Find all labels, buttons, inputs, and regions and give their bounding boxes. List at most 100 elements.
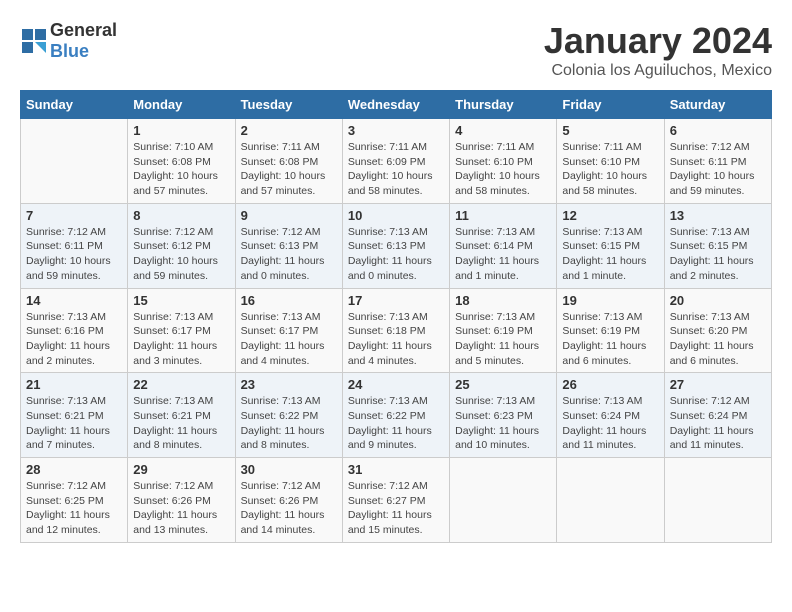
day-number: 17: [348, 293, 444, 308]
day-detail: Sunrise: 7:12 AM Sunset: 6:26 PM Dayligh…: [133, 479, 229, 538]
calendar-day-cell: 17 Sunrise: 7:13 AM Sunset: 6:18 PM Dayli…: [342, 288, 449, 373]
day-number: 8: [133, 208, 229, 223]
calendar-week-row: 21 Sunrise: 7:13 AM Sunset: 6:21 PM Dayli…: [21, 373, 772, 458]
calendar-day-cell: 13 Sunrise: 7:13 AM Sunset: 6:15 PM Dayli…: [664, 203, 771, 288]
day-number: 23: [241, 377, 337, 392]
calendar-day-cell: 8 Sunrise: 7:12 AM Sunset: 6:12 PM Daylig…: [128, 203, 235, 288]
day-number: 13: [670, 208, 766, 223]
day-detail: Sunrise: 7:11 AM Sunset: 6:10 PM Dayligh…: [455, 140, 551, 199]
calendar-day-cell: 26Sunrise: 7:13 AM Sunset: 6:24 PM Dayli…: [557, 373, 664, 458]
calendar-day-cell: 18 Sunrise: 7:13 AM Sunset: 6:19 PM Dayli…: [450, 288, 557, 373]
day-number: 31: [348, 462, 444, 477]
logo: General Blue: [20, 20, 117, 62]
calendar-day-cell: [664, 458, 771, 543]
logo-general: General: [50, 20, 117, 40]
day-detail: Sunrise: 7:13 AM Sunset: 6:24 PM Dayligh…: [562, 394, 658, 453]
calendar-day-cell: 27 Sunrise: 7:12 AM Sunset: 6:24 PM Dayli…: [664, 373, 771, 458]
day-of-week-header: Saturday: [664, 91, 771, 119]
title-section: January 2024 Colonia los Aguiluchos, Mex…: [544, 20, 772, 80]
calendar-week-row: 7 Sunrise: 7:12 AM Sunset: 6:11 PM Daylig…: [21, 203, 772, 288]
logo-text: General Blue: [50, 20, 117, 62]
day-number: 9: [241, 208, 337, 223]
day-detail: Sunrise: 7:12 AM Sunset: 6:12 PM Dayligh…: [133, 225, 229, 284]
day-detail: Sunrise: 7:11 AM Sunset: 6:10 PM Dayligh…: [562, 140, 658, 199]
day-detail: Sunrise: 7:12 AM Sunset: 6:13 PM Dayligh…: [241, 225, 337, 284]
day-of-week-header: Monday: [128, 91, 235, 119]
calendar-day-cell: 3 Sunrise: 7:11 AM Sunset: 6:09 PM Daylig…: [342, 119, 449, 204]
day-of-week-header: Thursday: [450, 91, 557, 119]
day-number: 2: [241, 123, 337, 138]
day-number: 19: [562, 293, 658, 308]
calendar-day-cell: 2 Sunrise: 7:11 AM Sunset: 6:08 PM Daylig…: [235, 119, 342, 204]
logo-icon: [20, 27, 48, 55]
calendar-day-cell: 12 Sunrise: 7:13 AM Sunset: 6:15 PM Dayli…: [557, 203, 664, 288]
calendar-day-cell: 14 Sunrise: 7:13 AM Sunset: 6:16 PM Dayli…: [21, 288, 128, 373]
calendar-day-cell: 24Sunrise: 7:13 AM Sunset: 6:22 PM Dayli…: [342, 373, 449, 458]
day-number: 18: [455, 293, 551, 308]
day-number: 6: [670, 123, 766, 138]
day-number: 14: [26, 293, 122, 308]
day-detail: Sunrise: 7:11 AM Sunset: 6:09 PM Dayligh…: [348, 140, 444, 199]
calendar-week-row: 14 Sunrise: 7:13 AM Sunset: 6:16 PM Dayli…: [21, 288, 772, 373]
day-number: 22: [133, 377, 229, 392]
day-detail: Sunrise: 7:12 AM Sunset: 6:11 PM Dayligh…: [26, 225, 122, 284]
day-detail: Sunrise: 7:13 AM Sunset: 6:14 PM Dayligh…: [455, 225, 551, 284]
calendar-day-cell: 29 Sunrise: 7:12 AM Sunset: 6:26 PM Dayli…: [128, 458, 235, 543]
calendar-day-cell: 9 Sunrise: 7:12 AM Sunset: 6:13 PM Daylig…: [235, 203, 342, 288]
day-number: 25: [455, 377, 551, 392]
day-detail: Sunrise: 7:13 AM Sunset: 6:18 PM Dayligh…: [348, 310, 444, 369]
day-number: 20: [670, 293, 766, 308]
day-detail: Sunrise: 7:13 AM Sunset: 6:16 PM Dayligh…: [26, 310, 122, 369]
calendar-day-cell: 28 Sunrise: 7:12 AM Sunset: 6:25 PM Dayli…: [21, 458, 128, 543]
day-number: 12: [562, 208, 658, 223]
calendar-table: SundayMondayTuesdayWednesdayThursdayFrid…: [20, 90, 772, 543]
calendar-day-cell: 6 Sunrise: 7:12 AM Sunset: 6:11 PM Daylig…: [664, 119, 771, 204]
day-detail: Sunrise: 7:12 AM Sunset: 6:25 PM Dayligh…: [26, 479, 122, 538]
day-of-week-header: Tuesday: [235, 91, 342, 119]
calendar-header-row: SundayMondayTuesdayWednesdayThursdayFrid…: [21, 91, 772, 119]
calendar-day-cell: 20 Sunrise: 7:13 AM Sunset: 6:20 PM Dayli…: [664, 288, 771, 373]
day-detail: Sunrise: 7:13 AM Sunset: 6:17 PM Dayligh…: [133, 310, 229, 369]
day-detail: Sunrise: 7:13 AM Sunset: 6:15 PM Dayligh…: [562, 225, 658, 284]
day-detail: Sunrise: 7:13 AM Sunset: 6:19 PM Dayligh…: [562, 310, 658, 369]
logo-blue: Blue: [50, 41, 89, 61]
day-detail: Sunrise: 7:13 AM Sunset: 6:21 PM Dayligh…: [26, 394, 122, 453]
day-number: 16: [241, 293, 337, 308]
day-detail: Sunrise: 7:12 AM Sunset: 6:27 PM Dayligh…: [348, 479, 444, 538]
day-of-week-header: Friday: [557, 91, 664, 119]
calendar-day-cell: 10Sunrise: 7:13 AM Sunset: 6:13 PM Dayli…: [342, 203, 449, 288]
day-detail: Sunrise: 7:13 AM Sunset: 6:19 PM Dayligh…: [455, 310, 551, 369]
calendar-week-row: 28 Sunrise: 7:12 AM Sunset: 6:25 PM Dayli…: [21, 458, 772, 543]
calendar-day-cell: [21, 119, 128, 204]
day-number: 29: [133, 462, 229, 477]
day-detail: Sunrise: 7:12 AM Sunset: 6:26 PM Dayligh…: [241, 479, 337, 538]
day-number: 7: [26, 208, 122, 223]
calendar-day-cell: [450, 458, 557, 543]
day-number: 28: [26, 462, 122, 477]
day-detail: Sunrise: 7:12 AM Sunset: 6:11 PM Dayligh…: [670, 140, 766, 199]
day-detail: Sunrise: 7:13 AM Sunset: 6:20 PM Dayligh…: [670, 310, 766, 369]
calendar-day-cell: 21 Sunrise: 7:13 AM Sunset: 6:21 PM Dayli…: [21, 373, 128, 458]
day-detail: Sunrise: 7:13 AM Sunset: 6:15 PM Dayligh…: [670, 225, 766, 284]
day-detail: Sunrise: 7:11 AM Sunset: 6:08 PM Dayligh…: [241, 140, 337, 199]
calendar-day-cell: 22Sunrise: 7:13 AM Sunset: 6:21 PM Dayli…: [128, 373, 235, 458]
day-number: 30: [241, 462, 337, 477]
calendar-day-cell: 30 Sunrise: 7:12 AM Sunset: 6:26 PM Dayli…: [235, 458, 342, 543]
day-number: 15: [133, 293, 229, 308]
day-number: 1: [133, 123, 229, 138]
day-number: 24: [348, 377, 444, 392]
page-header: General Blue January 2024 Colonia los Ag…: [20, 20, 772, 80]
calendar-day-cell: 4Sunrise: 7:11 AM Sunset: 6:10 PM Daylig…: [450, 119, 557, 204]
calendar-day-cell: 19 Sunrise: 7:13 AM Sunset: 6:19 PM Dayli…: [557, 288, 664, 373]
day-detail: Sunrise: 7:12 AM Sunset: 6:24 PM Dayligh…: [670, 394, 766, 453]
calendar-day-cell: 7 Sunrise: 7:12 AM Sunset: 6:11 PM Daylig…: [21, 203, 128, 288]
calendar-day-cell: 31 Sunrise: 7:12 AM Sunset: 6:27 PM Dayli…: [342, 458, 449, 543]
calendar-day-cell: 23 Sunrise: 7:13 AM Sunset: 6:22 PM Dayli…: [235, 373, 342, 458]
calendar-day-cell: 16Sunrise: 7:13 AM Sunset: 6:17 PM Dayli…: [235, 288, 342, 373]
day-number: 27: [670, 377, 766, 392]
day-detail: Sunrise: 7:13 AM Sunset: 6:22 PM Dayligh…: [241, 394, 337, 453]
day-number: 3: [348, 123, 444, 138]
day-number: 5: [562, 123, 658, 138]
day-number: 21: [26, 377, 122, 392]
calendar-day-cell: [557, 458, 664, 543]
